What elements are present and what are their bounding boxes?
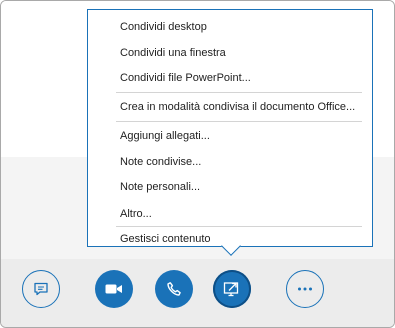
present-screen-icon <box>223 282 239 297</box>
menu-item-add-attachments[interactable]: Aggiungi allegati... <box>120 129 210 143</box>
menu-item-share-desktop[interactable]: Condividi desktop <box>120 20 207 34</box>
conversation-window: Condividi desktop Condividi una finestra… <box>0 0 395 328</box>
im-button[interactable] <box>22 270 60 308</box>
menu-item-personal-notes[interactable]: Note personali... <box>120 180 200 194</box>
menu-item-share-powerpoint[interactable]: Condividi file PowerPoint... <box>120 71 251 85</box>
menu-item-share-window[interactable]: Condividi una finestra <box>120 46 226 60</box>
menu-item-manage-content[interactable]: Gestisci contenuto <box>120 232 211 246</box>
menu-item-more[interactable]: Altro... <box>120 207 152 221</box>
phone-icon <box>167 282 181 296</box>
ellipsis-icon <box>298 287 312 291</box>
video-camera-icon <box>105 284 122 294</box>
menu-separator <box>116 226 362 227</box>
menu-item-shared-notes[interactable]: Note condivise... <box>120 155 201 169</box>
share-content-button[interactable] <box>213 270 251 308</box>
menu-separator <box>116 121 362 122</box>
more-options-button[interactable] <box>286 270 324 308</box>
chat-bubble-icon <box>34 282 48 296</box>
menu-separator <box>116 92 362 93</box>
video-button[interactable] <box>95 270 133 308</box>
call-button[interactable] <box>155 270 193 308</box>
conversation-toolbar <box>1 259 394 327</box>
share-content-menu: Condividi desktop Condividi una finestra… <box>87 9 373 247</box>
menu-item-co-author-office[interactable]: Crea in modalità condivisa il documento … <box>120 100 355 114</box>
